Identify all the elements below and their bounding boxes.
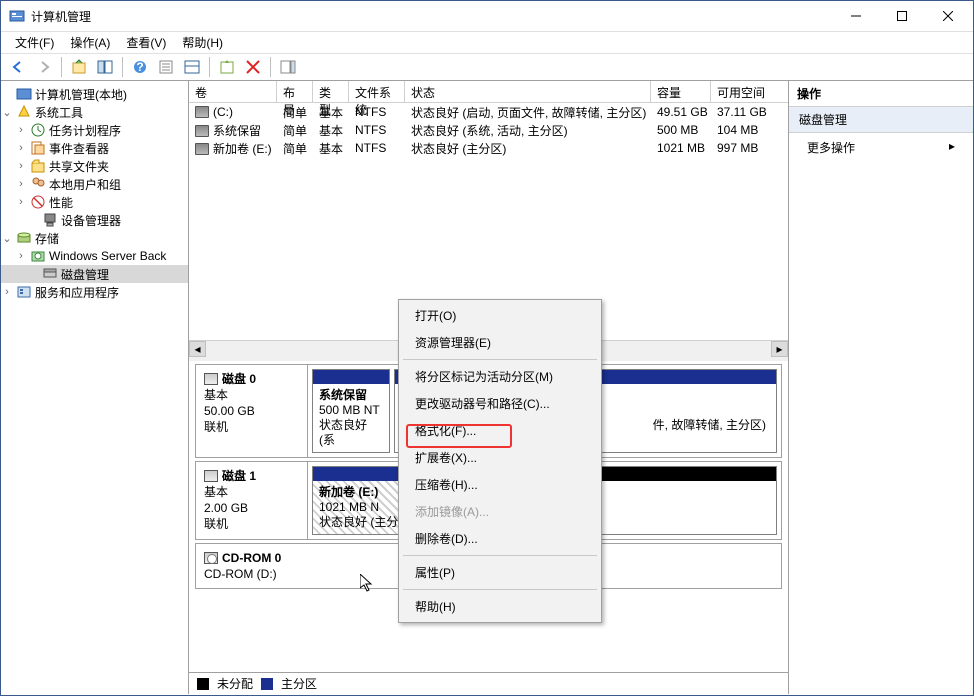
actions-more[interactable]: 更多操作▸ (789, 133, 973, 162)
tree-label: 任务计划程序 (49, 122, 121, 139)
col-layout[interactable]: 布局 (277, 81, 313, 102)
show-hide-tree-button[interactable] (94, 56, 116, 78)
ctx-mark-active[interactable]: 将分区标记为活动分区(M) (401, 363, 599, 390)
ctx-explorer[interactable]: 资源管理器(E) (401, 329, 599, 356)
tree-label: 计算机管理(本地) (35, 86, 127, 103)
cdrom-icon (204, 552, 218, 564)
toolbar: ? (1, 53, 973, 81)
maximize-button[interactable] (879, 1, 925, 31)
svg-text:?: ? (136, 60, 143, 74)
ctx-help[interactable]: 帮助(H) (401, 593, 599, 620)
tree-event-viewer[interactable]: ›事件查看器 (1, 139, 188, 157)
tree-label: 存储 (35, 230, 59, 247)
scroll-right-icon[interactable]: ▸ (771, 341, 788, 357)
tree-root[interactable]: 计算机管理(本地) (1, 85, 188, 103)
ctx-shrink[interactable]: 压缩卷(H)... (401, 471, 599, 498)
tree-label: 设备管理器 (61, 212, 121, 229)
col-volume[interactable]: 卷 (189, 81, 277, 102)
legend-swatch-primary (261, 678, 273, 690)
tree-label: 磁盘管理 (61, 266, 109, 283)
tree-label: 事件查看器 (49, 140, 109, 157)
properties-button[interactable] (155, 56, 177, 78)
disk-info[interactable]: 磁盘 0 基本 50.00 GB 联机 (196, 365, 308, 457)
refresh-button[interactable] (216, 56, 238, 78)
tree-label: 共享文件夹 (49, 158, 109, 175)
action-pane-button[interactable] (277, 56, 299, 78)
tree-label: 服务和应用程序 (35, 284, 119, 301)
scroll-left-icon[interactable]: ◂ (189, 341, 206, 357)
list-row[interactable]: (C:) 简单 基本 NTFS 状态良好 (启动, 页面文件, 故障转储, 主分… (189, 103, 788, 121)
view-button[interactable] (181, 56, 203, 78)
minimize-button[interactable] (833, 1, 879, 31)
menu-bar: 文件(F) 操作(A) 查看(V) 帮助(H) (1, 31, 973, 53)
menu-view[interactable]: 查看(V) (118, 32, 174, 53)
tree-wsb[interactable]: ›Windows Server Back (1, 247, 188, 265)
up-button[interactable] (68, 56, 90, 78)
menu-file[interactable]: 文件(F) (7, 32, 62, 53)
help-button[interactable]: ? (129, 56, 151, 78)
tree-label: 系统工具 (35, 104, 83, 121)
forward-button[interactable] (33, 56, 55, 78)
partition-system-reserved[interactable]: 系统保留500 MB NT状态良好 (系 (312, 369, 390, 453)
tree-disk-management[interactable]: 磁盘管理 (1, 265, 188, 283)
legend-label: 未分配 (217, 675, 253, 692)
tree-task-scheduler[interactable]: ›任务计划程序 (1, 121, 188, 139)
context-menu: 打开(O) 资源管理器(E) 将分区标记为活动分区(M) 更改驱动器号和路径(C… (398, 299, 602, 623)
ctx-change-letter[interactable]: 更改驱动器号和路径(C)... (401, 390, 599, 417)
tree-services[interactable]: ›服务和应用程序 (1, 283, 188, 301)
tree-label: 本地用户和组 (49, 176, 121, 193)
title-bar: 计算机管理 (1, 1, 973, 31)
ctx-open[interactable]: 打开(O) (401, 302, 599, 329)
legend-label: 主分区 (281, 675, 317, 692)
delete-button[interactable] (242, 56, 264, 78)
col-capacity[interactable]: 容量 (651, 81, 711, 102)
actions-title: 操作 (789, 81, 973, 107)
menu-help[interactable]: 帮助(H) (174, 32, 231, 53)
ctx-extend[interactable]: 扩展卷(X)... (401, 444, 599, 471)
col-free[interactable]: 可用空间 (711, 81, 771, 102)
tree-performance[interactable]: ›性能 (1, 193, 188, 211)
actions-pane: 操作 磁盘管理 更多操作▸ (789, 81, 973, 694)
legend: 未分配 主分区 (189, 672, 788, 694)
tree-local-users[interactable]: ›本地用户和组 (1, 175, 188, 193)
list-header[interactable]: 卷 布局 类型 文件系统 状态 容量 可用空间 (189, 81, 788, 103)
col-status[interactable]: 状态 (405, 81, 651, 102)
close-button[interactable] (925, 1, 971, 31)
col-type[interactable]: 类型 (313, 81, 349, 102)
volume-icon (195, 125, 209, 137)
disk-info[interactable]: 磁盘 1 基本 2.00 GB 联机 (196, 462, 308, 539)
tree-label: Windows Server Back (49, 249, 166, 263)
window-title: 计算机管理 (31, 8, 833, 25)
tree-system-tools[interactable]: ⌄系统工具 (1, 103, 188, 121)
col-fs[interactable]: 文件系统 (349, 81, 405, 102)
volume-icon (195, 143, 209, 155)
list-row[interactable]: 系统保留 简单 基本 NTFS 状态良好 (系统, 活动, 主分区) 500 M… (189, 121, 788, 139)
disk-icon (204, 470, 218, 482)
actions-section[interactable]: 磁盘管理 (789, 107, 973, 133)
nav-tree[interactable]: 计算机管理(本地) ⌄系统工具 ›任务计划程序 ›事件查看器 ›共享文件夹 ›本… (1, 81, 189, 694)
ctx-format[interactable]: 格式化(F)... (401, 417, 599, 444)
legend-swatch-unallocated (197, 678, 209, 690)
chevron-right-icon: ▸ (949, 139, 955, 156)
disk-icon (204, 373, 218, 385)
back-button[interactable] (7, 56, 29, 78)
cursor-icon (360, 574, 376, 594)
tree-device-manager[interactable]: 设备管理器 (1, 211, 188, 229)
menu-action[interactable]: 操作(A) (62, 32, 118, 53)
tree-storage[interactable]: ⌄存储 (1, 229, 188, 247)
volume-icon (195, 106, 209, 118)
tree-shared-folders[interactable]: ›共享文件夹 (1, 157, 188, 175)
ctx-mirror: 添加镜像(A)... (401, 498, 599, 525)
app-icon (9, 8, 25, 24)
tree-label: 性能 (49, 194, 73, 211)
ctx-delete[interactable]: 删除卷(D)... (401, 525, 599, 552)
ctx-properties[interactable]: 属性(P) (401, 559, 599, 586)
list-row[interactable]: 新加卷 (E:) 简单 基本 NTFS 状态良好 (主分区) 1021 MB 9… (189, 139, 788, 157)
